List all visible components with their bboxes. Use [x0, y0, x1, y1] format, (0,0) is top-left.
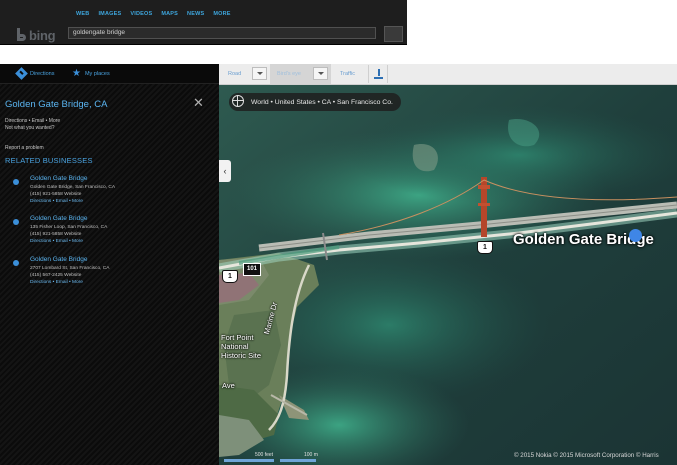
scale-bar-meters	[280, 459, 316, 462]
search-input[interactable]: goldengate bridge	[68, 27, 376, 39]
bing-logo[interactable]: bing	[16, 27, 56, 43]
pin-dot-icon	[13, 179, 19, 185]
not-what-link[interactable]: Not what you wanted?	[5, 125, 54, 131]
star-icon: ★	[72, 68, 81, 79]
bing-header: WEB IMAGES VIDEOS MAPS NEWS MORE bing go…	[0, 0, 407, 45]
location-pin-icon[interactable]	[629, 229, 642, 242]
place-links[interactable]: Directions • Email • More	[5, 118, 60, 124]
results-panel: Directions ★ My places Golden Gate Bridg…	[0, 64, 219, 465]
fort-point-label: Fort Point National Historic Site	[221, 333, 262, 360]
scale-bar-feet	[224, 459, 274, 462]
route-1-shield-icon: 1	[222, 270, 238, 283]
bing-logo-text: bing	[29, 27, 56, 43]
share-icon[interactable]	[368, 65, 388, 83]
map-canvas[interactable]: World • United States • CA • San Francis…	[219, 85, 677, 465]
business-actions[interactable]: Directions • Email • More	[30, 239, 83, 244]
compass-icon[interactable]	[232, 95, 244, 107]
business-actions[interactable]: Directions • Email • More	[30, 199, 83, 204]
traffic-button[interactable]: Traffic	[340, 64, 355, 84]
nav-videos[interactable]: VIDEOS	[130, 11, 152, 17]
road-view-button[interactable]: Road	[228, 64, 241, 84]
tab-my-places[interactable]: ★ My places	[72, 68, 110, 79]
bing-logo-icon	[16, 27, 27, 43]
pin-dot-icon	[13, 219, 19, 225]
map-toolbar: Road Bird's eye Traffic	[219, 64, 677, 85]
related-businesses-heading: RELATED BUSINESSES	[5, 156, 93, 165]
panel-tabs: Directions ★ My places	[0, 64, 219, 84]
search-button[interactable]	[384, 26, 403, 42]
business-item[interactable]: Golden Gate Bridge Golden Gate Bridge, S…	[0, 175, 219, 211]
ave-label: Ave	[222, 381, 235, 390]
business-phone: (415) 921-5858 Website	[30, 232, 82, 237]
nav-images[interactable]: IMAGES	[98, 11, 121, 17]
birdseye-view-button[interactable]: Bird's eye	[277, 64, 301, 84]
business-address: Golden Gate Bridge, San Francisco, CA	[30, 185, 116, 190]
route-101-shield-icon: 101	[243, 263, 261, 276]
business-item[interactable]: Golden Gate Bridge 2707 Lombard St, San …	[0, 256, 219, 292]
place-title: Golden Gate Bridge, CA	[5, 99, 108, 110]
close-icon[interactable]: ✕	[193, 96, 204, 109]
collapse-panel-icon[interactable]: ‹	[219, 160, 231, 182]
tab-directions-label: Directions	[30, 70, 55, 77]
report-problem-link[interactable]: Report a problem	[5, 145, 44, 151]
route-1-shield-icon: 1	[477, 241, 493, 254]
search-nav: WEB IMAGES VIDEOS MAPS NEWS MORE	[76, 11, 231, 17]
nav-more[interactable]: MORE	[213, 11, 230, 17]
breadcrumb-text[interactable]: World • United States • CA • San Francis…	[251, 99, 393, 106]
tab-my-places-label: My places	[84, 70, 110, 77]
business-address: 2707 Lombard St, San Francisco, CA	[30, 266, 110, 271]
header-gap	[407, 0, 677, 44]
business-phone: (415) 567-2425 Website	[30, 273, 82, 278]
nav-news[interactable]: NEWS	[187, 11, 204, 17]
business-address: 135 Fisher Loop, San Francisco, CA	[30, 225, 108, 230]
business-name[interactable]: Golden Gate Bridge	[30, 175, 87, 182]
copyright-text: © 2015 Nokia © 2015 Microsoft Corporatio…	[514, 452, 659, 459]
birdseye-dropdown[interactable]	[313, 67, 328, 80]
scale-m-label: 100 m	[304, 452, 318, 458]
business-phone: (415) 921-5858 Website	[30, 192, 82, 197]
pin-dot-icon	[13, 260, 19, 266]
business-name[interactable]: Golden Gate Bridge	[30, 215, 87, 222]
business-actions[interactable]: Directions • Email • More	[30, 280, 83, 285]
search-query: goldengate bridge	[73, 29, 126, 36]
aerial-imagery	[219, 85, 677, 465]
tab-directions[interactable]: Directions	[15, 67, 55, 80]
road-dropdown[interactable]	[252, 67, 267, 80]
scale-feet-label: 500 feet	[255, 452, 274, 458]
nav-maps[interactable]: MAPS	[161, 11, 178, 17]
nav-web[interactable]: WEB	[76, 11, 89, 17]
breadcrumb[interactable]: World • United States • CA • San Francis…	[229, 93, 401, 111]
business-item[interactable]: Golden Gate Bridge 135 Fisher Loop, San …	[0, 215, 219, 251]
directions-icon	[15, 67, 28, 80]
business-name[interactable]: Golden Gate Bridge	[30, 256, 87, 263]
